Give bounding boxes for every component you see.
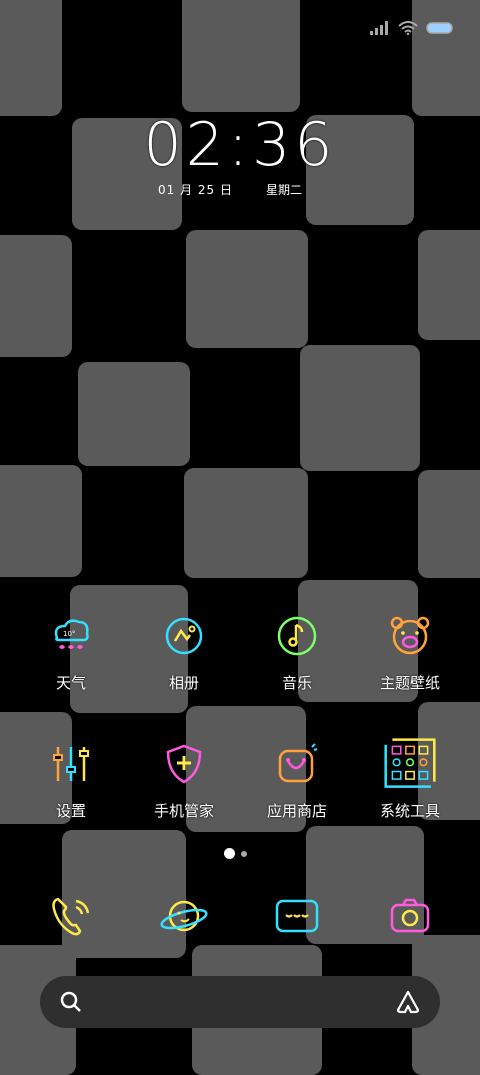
security-icon: [158, 738, 210, 790]
search-icon[interactable]: [60, 991, 82, 1017]
clock-date: 01 月 25 日: [158, 183, 233, 197]
camera-icon: [384, 890, 436, 942]
wifi-icon: [398, 20, 418, 39]
app-gallery[interactable]: 相册: [128, 610, 240, 693]
app-label: 系统工具: [379, 802, 440, 820]
app-music[interactable]: 音乐: [241, 610, 353, 693]
messages-icon: [271, 890, 323, 942]
app-settings[interactable]: 设置: [15, 738, 127, 821]
app-label: 设置: [55, 802, 86, 820]
svg-text:10°: 10°: [63, 630, 75, 638]
page-dot-active: [224, 848, 235, 859]
clock-weekday: 星期二: [266, 183, 303, 197]
battery-icon: [426, 20, 454, 39]
app-label: 天气: [55, 674, 86, 692]
app-weather[interactable]: 10° 天气: [15, 610, 127, 693]
theme-icon: [384, 610, 436, 662]
app-themes[interactable]: 主题壁纸: [354, 610, 466, 693]
folder-system-tools[interactable]: 系统工具: [354, 738, 466, 821]
page-indicator: [224, 848, 247, 859]
signal-icon: [370, 20, 390, 39]
tools-icon: [384, 738, 436, 790]
gallery-icon: [158, 610, 210, 662]
app-security[interactable]: 手机管家: [128, 738, 240, 821]
app-label: 手机管家: [153, 802, 214, 820]
settings-icon: [45, 738, 97, 790]
dock-phone[interactable]: [15, 890, 127, 942]
app-store[interactable]: 应用商店: [241, 738, 353, 821]
browser-icon: [158, 890, 210, 942]
music-icon: [271, 610, 323, 662]
app-label: 应用商店: [266, 802, 327, 820]
app-label: 主题壁纸: [379, 674, 440, 692]
app-label: 音乐: [281, 674, 312, 692]
app-store-icon: [271, 738, 323, 790]
dock-messages[interactable]: [241, 890, 353, 942]
clock-time[interactable]: 02:36: [140, 110, 340, 180]
weather-icon: 10°: [45, 610, 97, 662]
dock-browser[interactable]: [128, 890, 240, 942]
page-dot: [241, 850, 247, 857]
phone-icon: [45, 890, 97, 942]
dock-camera[interactable]: [354, 890, 466, 942]
assistant-icon[interactable]: [396, 990, 420, 1018]
app-label: 相册: [168, 674, 199, 692]
status-bar: [370, 20, 454, 39]
search-bar[interactable]: [40, 976, 440, 1028]
